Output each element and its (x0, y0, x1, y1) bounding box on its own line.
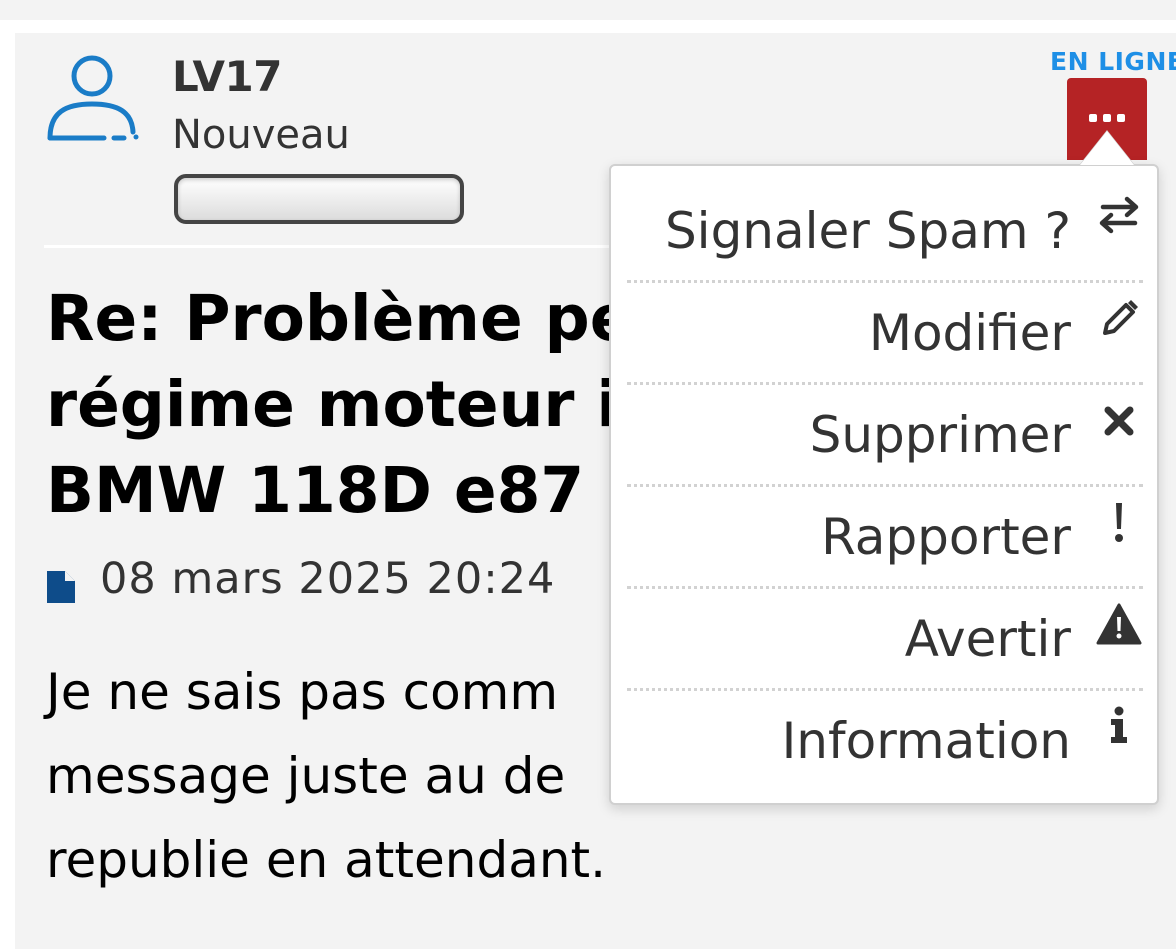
user-avatar-icon[interactable] (44, 50, 140, 146)
menu-item-warn[interactable]: Avertir (627, 586, 1143, 688)
menu-item-edit[interactable]: Modifier (627, 280, 1143, 382)
menu-item-label: Modifier (868, 303, 1071, 362)
document-icon[interactable] (47, 571, 75, 603)
pencil-icon (1103, 299, 1138, 335)
menu-item-report-spam[interactable]: Signaler Spam ? (627, 180, 1143, 282)
rank-progress-bar (174, 174, 464, 224)
post-body-line: republie en attendant. (46, 831, 607, 889)
previous-post-strip (0, 0, 1176, 20)
menu-item-label: Supprimer (809, 405, 1071, 464)
menu-item-label: Avertir (904, 609, 1071, 668)
online-status-badge: EN LIGNE (1050, 47, 1176, 76)
menu-item-label: Information (781, 711, 1071, 770)
close-icon (1104, 406, 1134, 435)
author-rank: Nouveau (172, 112, 350, 158)
menu-item-report[interactable]: Rapporter (627, 484, 1143, 586)
menu-item-label: Signaler Spam ? (664, 202, 1071, 260)
swap-arrows-icon (1099, 196, 1139, 234)
post-date[interactable]: 08 mars 2025 20:24 (100, 554, 555, 604)
header-divider (44, 245, 624, 248)
exclamation-icon (1115, 502, 1123, 542)
menu-item-label: Rapporter (821, 507, 1071, 566)
post-options-menu: Signaler Spam ? Modifier Supprimer Rappo… (609, 164, 1159, 805)
menu-caret (1080, 131, 1134, 165)
author-name[interactable]: LV17 (172, 52, 282, 101)
warning-icon (1096, 603, 1142, 644)
menu-item-information[interactable]: Information (627, 688, 1143, 790)
menu-item-delete[interactable]: Supprimer (627, 382, 1143, 484)
info-icon (1111, 706, 1127, 743)
